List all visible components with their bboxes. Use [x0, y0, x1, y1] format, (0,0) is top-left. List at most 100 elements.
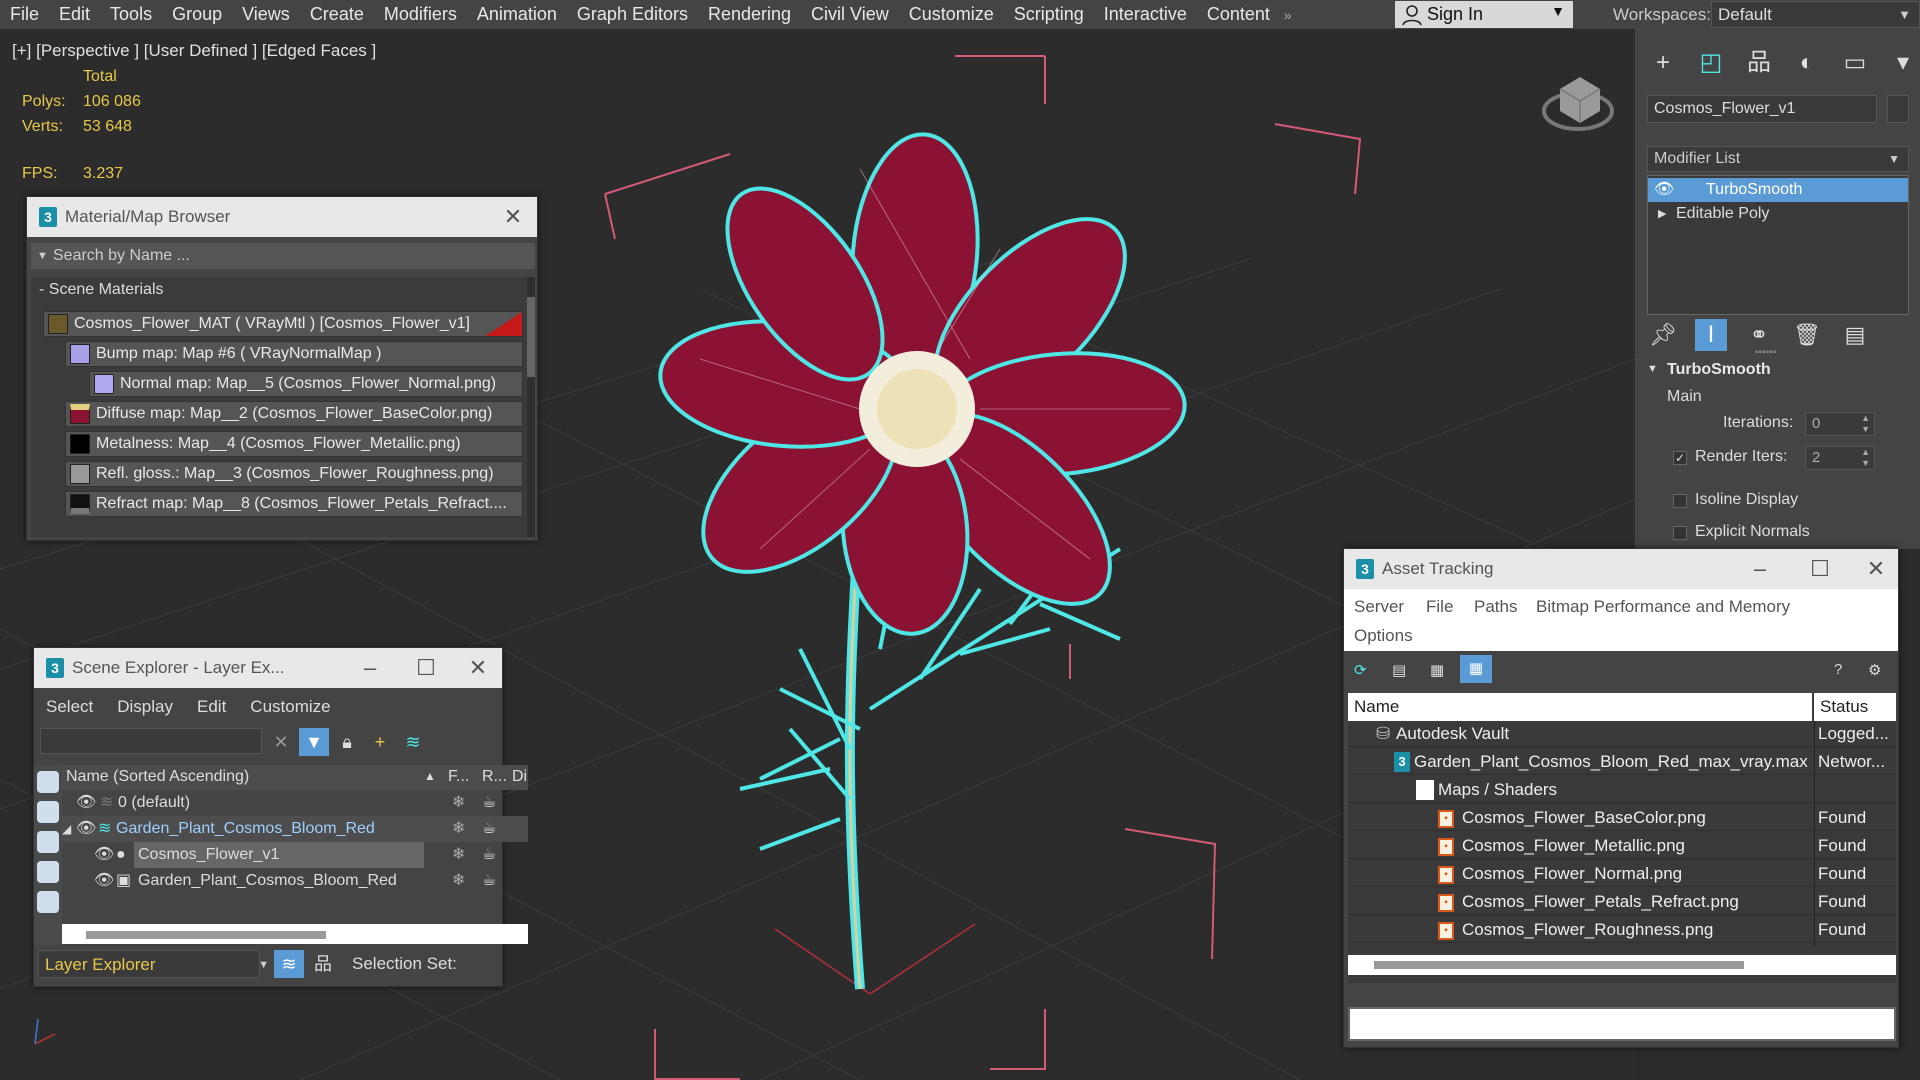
col-display-header[interactable]: Di — [512, 768, 527, 786]
spinner-arrows-icon[interactable]: ▲ ▼ — [1861, 413, 1870, 435]
menu-civil-view[interactable]: Civil View — [801, 0, 899, 29]
isoline-checkbox[interactable] — [1673, 494, 1687, 508]
helper-icon[interactable] — [37, 891, 59, 913]
iterations-spinner[interactable]: 0 ▲ ▼ — [1805, 412, 1875, 436]
display-icon[interactable]: ▭ — [1839, 47, 1871, 79]
workspace-select[interactable]: Default ▼ — [1711, 1, 1920, 28]
table-view-icon[interactable]: ▦ — [1460, 655, 1492, 683]
map-row[interactable]: Bump map: Map #6 ( VRayNormalMap ) — [65, 341, 523, 367]
menu-create[interactable]: Create — [300, 0, 374, 29]
menu-interactive[interactable]: Interactive — [1094, 0, 1197, 29]
asset-tracking-titlebar[interactable]: 3 Asset Tracking – ☐ ✕ — [1344, 549, 1898, 589]
object-name-field[interactable]: Cosmos_Flower_v1 — [1647, 95, 1877, 123]
menu-edit[interactable]: Edit — [185, 692, 238, 722]
add-layer-icon[interactable]: + — [365, 728, 395, 756]
menu-customize[interactable]: Customize — [899, 0, 1004, 29]
layer-row[interactable]: ◢ 👁︎ ≋ Garden_Plant_Cosmos_Bloom_Red ❄ ☕… — [62, 816, 528, 842]
menu-tools[interactable]: Tools — [100, 0, 162, 29]
map-row[interactable]: Normal map: Map__5 (Cosmos_Flower_Normal… — [89, 371, 523, 397]
teapot-icon[interactable]: ☕︎ — [482, 868, 496, 894]
menu-display[interactable]: Display — [105, 692, 185, 722]
eye-icon[interactable]: 👁︎ — [76, 816, 96, 842]
close-icon[interactable]: ✕ — [493, 197, 533, 237]
utilities-icon[interactable]: ▾ — [1887, 47, 1919, 79]
menu-overflow-icon[interactable]: » — [1280, 7, 1296, 23]
render-iters-checkbox[interactable]: ✓ — [1673, 451, 1687, 465]
layer-explorer-select[interactable]: Layer Explorer ▼ — [38, 950, 269, 978]
settings-icon[interactable]: ⚙ — [1868, 661, 1881, 679]
expand-icon[interactable]: ▶ — [1658, 202, 1666, 226]
clear-icon[interactable]: ✕ — [266, 728, 296, 756]
object-row[interactable]: 👁︎ ● Cosmos_Flower_v1 ❄ ☕︎ — [62, 842, 528, 868]
col-status-header[interactable]: Status — [1814, 693, 1896, 721]
stack-item-editable-poly[interactable]: ▶ Editable Poly — [1648, 202, 1908, 226]
scene-materials-group[interactable]: - Scene Materials — [39, 281, 164, 299]
teapot-icon[interactable]: ☕︎ — [482, 790, 496, 816]
refresh-icon[interactable]: ⟳ — [1354, 661, 1367, 679]
horizontal-scrollbar[interactable] — [1348, 955, 1896, 975]
menu-graph-editors[interactable]: Graph Editors — [567, 0, 698, 29]
hierarchy-view-icon[interactable]: 品 — [308, 950, 338, 978]
menu-group[interactable]: Group — [162, 0, 232, 29]
thumbnail-icon[interactable]: ▦ — [1430, 661, 1444, 679]
eye-icon[interactable]: 👁︎ — [76, 790, 96, 816]
close-icon[interactable]: ✕ — [1856, 549, 1896, 589]
sign-in-button[interactable]: Sign In ▼ — [1395, 1, 1573, 28]
freeze-icon[interactable]: ❄ — [452, 868, 465, 894]
material-search-input[interactable]: ▼ Search by Name ... — [31, 243, 535, 269]
help-icon[interactable]: ? — [1834, 661, 1842, 678]
map-row[interactable]: Metalness: Map__4 (Cosmos_Flower_Metalli… — [65, 431, 523, 457]
menu-paths[interactable]: Paths — [1474, 597, 1517, 617]
eye-icon[interactable]: 👁︎ — [94, 842, 114, 868]
material-row[interactable]: Cosmos_Flower_MAT ( VRayMtl ) [Cosmos_Fl… — [43, 311, 523, 337]
expand-icon[interactable]: ◢ — [62, 816, 71, 842]
minimize-icon[interactable]: – — [1740, 549, 1780, 589]
layer-view-icon[interactable]: ≋ — [274, 950, 304, 978]
motion-icon[interactable]: ◐ — [1791, 47, 1823, 79]
menu-bitmap-performance[interactable]: Bitmap Performance and Memory — [1536, 597, 1790, 617]
freeze-icon[interactable]: ❄ — [452, 790, 465, 816]
chevron-down-icon[interactable]: ▼ — [37, 243, 48, 269]
object-color-swatch[interactable] — [1887, 95, 1909, 123]
viewcube-icon[interactable] — [1542, 77, 1614, 131]
hierarchy-icon[interactable]: 品 — [1743, 47, 1775, 79]
maximize-icon[interactable]: ☐ — [1800, 549, 1840, 589]
resize-grip-icon[interactable]: ▪▪▪▪▪▪ — [1755, 347, 1776, 358]
pin-stack-icon[interactable]: 📌︎ — [1647, 319, 1679, 351]
col-name-header[interactable]: Name (Sorted Ascending) — [66, 768, 249, 786]
delete-modifier-icon[interactable]: 🗑︎ — [1791, 319, 1823, 351]
minimize-icon[interactable]: – — [350, 648, 390, 688]
menu-file[interactable]: File — [1426, 597, 1453, 617]
configure-sets-icon[interactable]: ▤ — [1839, 319, 1871, 351]
teapot-icon[interactable]: ☕︎ — [482, 842, 496, 868]
menu-rendering[interactable]: Rendering — [698, 0, 801, 29]
display-all-icon[interactable] — [37, 801, 59, 823]
eye-icon[interactable]: 👁︎ — [94, 868, 114, 894]
menu-select[interactable]: Select — [34, 692, 105, 722]
object-row[interactable]: 👁︎ ▣ Garden_Plant_Cosmos_Bloom_Red ❄ ☕︎ — [62, 868, 528, 894]
map-row[interactable]: Refl. gloss.: Map__3 (Cosmos_Flower_Roug… — [65, 461, 523, 487]
list-icon[interactable]: ▤ — [1392, 661, 1406, 679]
light-icon[interactable] — [37, 831, 59, 853]
scene-search-input[interactable] — [40, 728, 262, 754]
maximize-icon[interactable]: ☐ — [406, 648, 446, 688]
menu-content[interactable]: Content — [1197, 0, 1280, 29]
modifier-list-dropdown[interactable]: Modifier List ▼ — [1647, 146, 1909, 172]
freeze-icon[interactable]: ❄ — [452, 816, 465, 842]
menu-scripting[interactable]: Scripting — [1004, 0, 1094, 29]
spinner-arrows-icon[interactable]: ▲ ▼ — [1861, 447, 1870, 469]
filter-icon[interactable]: ▼ — [299, 728, 329, 756]
col-freeze-header[interactable]: F... — [448, 768, 469, 786]
show-end-result-icon[interactable]: Ⅰ — [1695, 319, 1727, 351]
render-iters-spinner[interactable]: 2 ▲ ▼ — [1805, 446, 1875, 470]
menu-modifiers[interactable]: Modifiers — [374, 0, 467, 29]
menu-animation[interactable]: Animation — [467, 0, 567, 29]
camera-icon[interactable] — [37, 861, 59, 883]
col-name-header[interactable]: Name — [1348, 693, 1812, 721]
display-none-icon[interactable] — [37, 771, 59, 793]
modify-icon[interactable]: ◰ — [1695, 47, 1727, 79]
close-icon[interactable]: ✕ — [458, 648, 498, 688]
explicit-normals-checkbox[interactable] — [1673, 526, 1687, 540]
menu-options[interactable]: Options — [1354, 626, 1413, 646]
create-icon[interactable]: + — [1647, 47, 1679, 79]
